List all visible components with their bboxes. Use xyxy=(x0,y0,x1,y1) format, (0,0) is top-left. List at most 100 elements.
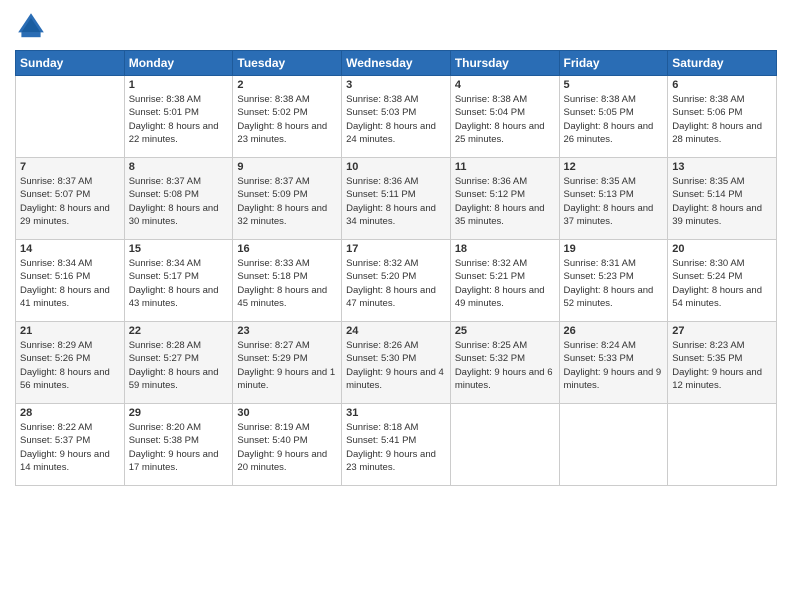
day-cell: 31 Sunrise: 8:18 AMSunset: 5:41 PMDayligh… xyxy=(342,404,451,486)
day-info: Sunrise: 8:22 AMSunset: 5:37 PMDaylight:… xyxy=(20,421,120,474)
day-number: 14 xyxy=(20,243,120,255)
calendar-table: SundayMondayTuesdayWednesdayThursdayFrid… xyxy=(15,50,777,486)
day-number: 1 xyxy=(129,79,229,91)
day-number: 25 xyxy=(455,325,555,337)
day-info: Sunrise: 8:32 AMSunset: 5:21 PMDaylight:… xyxy=(455,257,555,310)
day-cell: 5 Sunrise: 8:38 AMSunset: 5:05 PMDaylight… xyxy=(559,76,668,158)
header xyxy=(15,10,777,42)
day-info: Sunrise: 8:27 AMSunset: 5:29 PMDaylight:… xyxy=(237,339,337,392)
day-info: Sunrise: 8:37 AMSunset: 5:07 PMDaylight:… xyxy=(20,175,120,228)
day-cell: 9 Sunrise: 8:37 AMSunset: 5:09 PMDaylight… xyxy=(233,158,342,240)
day-number: 13 xyxy=(672,161,772,173)
day-number: 17 xyxy=(346,243,446,255)
day-cell: 19 Sunrise: 8:31 AMSunset: 5:23 PMDayligh… xyxy=(559,240,668,322)
day-cell xyxy=(559,404,668,486)
day-number: 27 xyxy=(672,325,772,337)
day-cell: 6 Sunrise: 8:38 AMSunset: 5:06 PMDaylight… xyxy=(668,76,777,158)
day-number: 30 xyxy=(237,407,337,419)
week-row-2: 7Sunrise: 8:37 AMSunset: 5:07 PMDaylight… xyxy=(16,158,777,240)
day-info: Sunrise: 8:38 AMSunset: 5:06 PMDaylight:… xyxy=(672,93,772,146)
day-cell: 8Sunrise: 8:37 AMSunset: 5:08 PMDaylight… xyxy=(124,158,233,240)
day-info: Sunrise: 8:38 AMSunset: 5:05 PMDaylight:… xyxy=(564,93,664,146)
day-info: Sunrise: 8:38 AMSunset: 5:04 PMDaylight:… xyxy=(455,93,555,146)
day-number: 23 xyxy=(237,325,337,337)
day-cell: 2 Sunrise: 8:38 AMSunset: 5:02 PMDaylight… xyxy=(233,76,342,158)
day-number: 24 xyxy=(346,325,446,337)
day-cell: 23 Sunrise: 8:27 AMSunset: 5:29 PMDayligh… xyxy=(233,322,342,404)
day-info: Sunrise: 8:37 AMSunset: 5:09 PMDaylight:… xyxy=(237,175,337,228)
day-cell: 17 Sunrise: 8:32 AMSunset: 5:20 PMDayligh… xyxy=(342,240,451,322)
day-info: Sunrise: 8:31 AMSunset: 5:23 PMDaylight:… xyxy=(564,257,664,310)
page: SundayMondayTuesdayWednesdayThursdayFrid… xyxy=(0,0,792,612)
day-number: 31 xyxy=(346,407,446,419)
day-info: Sunrise: 8:25 AMSunset: 5:32 PMDaylight:… xyxy=(455,339,555,392)
day-info: Sunrise: 8:32 AMSunset: 5:20 PMDaylight:… xyxy=(346,257,446,310)
day-cell: 13 Sunrise: 8:35 AMSunset: 5:14 PMDayligh… xyxy=(668,158,777,240)
day-number: 21 xyxy=(20,325,120,337)
header-cell-sunday: Sunday xyxy=(16,51,125,76)
day-cell: 24Sunrise: 8:26 AMSunset: 5:30 PMDayligh… xyxy=(342,322,451,404)
day-number: 2 xyxy=(237,79,337,91)
day-number: 10 xyxy=(346,161,446,173)
logo-icon xyxy=(15,10,47,42)
day-number: 8 xyxy=(129,161,229,173)
day-cell: 18 Sunrise: 8:32 AMSunset: 5:21 PMDayligh… xyxy=(450,240,559,322)
day-number: 29 xyxy=(129,407,229,419)
header-cell-tuesday: Tuesday xyxy=(233,51,342,76)
day-info: Sunrise: 8:36 AMSunset: 5:11 PMDaylight:… xyxy=(346,175,446,228)
day-number: 19 xyxy=(564,243,664,255)
day-info: Sunrise: 8:18 AMSunset: 5:41 PMDaylight:… xyxy=(346,421,446,474)
day-number: 16 xyxy=(237,243,337,255)
day-info: Sunrise: 8:20 AMSunset: 5:38 PMDaylight:… xyxy=(129,421,229,474)
day-info: Sunrise: 8:38 AMSunset: 5:01 PMDaylight:… xyxy=(129,93,229,146)
day-info: Sunrise: 8:34 AMSunset: 5:16 PMDaylight:… xyxy=(20,257,120,310)
day-cell: 27Sunrise: 8:23 AMSunset: 5:35 PMDayligh… xyxy=(668,322,777,404)
calendar-header: SundayMondayTuesdayWednesdayThursdayFrid… xyxy=(16,51,777,76)
day-cell: 10 Sunrise: 8:36 AMSunset: 5:11 PMDayligh… xyxy=(342,158,451,240)
day-number: 26 xyxy=(564,325,664,337)
day-number: 5 xyxy=(564,79,664,91)
day-info: Sunrise: 8:24 AMSunset: 5:33 PMDaylight:… xyxy=(564,339,664,392)
day-info: Sunrise: 8:35 AMSunset: 5:14 PMDaylight:… xyxy=(672,175,772,228)
day-number: 18 xyxy=(455,243,555,255)
day-number: 15 xyxy=(129,243,229,255)
header-cell-friday: Friday xyxy=(559,51,668,76)
day-cell: 30 Sunrise: 8:19 AMSunset: 5:40 PMDayligh… xyxy=(233,404,342,486)
day-number: 9 xyxy=(237,161,337,173)
day-number: 4 xyxy=(455,79,555,91)
day-number: 3 xyxy=(346,79,446,91)
day-info: Sunrise: 8:35 AMSunset: 5:13 PMDaylight:… xyxy=(564,175,664,228)
day-info: Sunrise: 8:38 AMSunset: 5:03 PMDaylight:… xyxy=(346,93,446,146)
day-cell: 29 Sunrise: 8:20 AMSunset: 5:38 PMDayligh… xyxy=(124,404,233,486)
week-row-3: 14 Sunrise: 8:34 AMSunset: 5:16 PMDayligh… xyxy=(16,240,777,322)
day-cell: 1 Sunrise: 8:38 AMSunset: 5:01 PMDaylight… xyxy=(124,76,233,158)
day-cell xyxy=(16,76,125,158)
header-cell-monday: Monday xyxy=(124,51,233,76)
day-info: Sunrise: 8:19 AMSunset: 5:40 PMDaylight:… xyxy=(237,421,337,474)
day-cell: 4 Sunrise: 8:38 AMSunset: 5:04 PMDaylight… xyxy=(450,76,559,158)
week-row-5: 28Sunrise: 8:22 AMSunset: 5:37 PMDayligh… xyxy=(16,404,777,486)
day-cell: 12Sunrise: 8:35 AMSunset: 5:13 PMDayligh… xyxy=(559,158,668,240)
day-info: Sunrise: 8:30 AMSunset: 5:24 PMDaylight:… xyxy=(672,257,772,310)
calendar-body: 1 Sunrise: 8:38 AMSunset: 5:01 PMDaylight… xyxy=(16,76,777,486)
day-cell: 11 Sunrise: 8:36 AMSunset: 5:12 PMDayligh… xyxy=(450,158,559,240)
day-info: Sunrise: 8:33 AMSunset: 5:18 PMDaylight:… xyxy=(237,257,337,310)
header-cell-thursday: Thursday xyxy=(450,51,559,76)
day-number: 6 xyxy=(672,79,772,91)
day-info: Sunrise: 8:38 AMSunset: 5:02 PMDaylight:… xyxy=(237,93,337,146)
day-info: Sunrise: 8:34 AMSunset: 5:17 PMDaylight:… xyxy=(129,257,229,310)
day-cell: 14 Sunrise: 8:34 AMSunset: 5:16 PMDayligh… xyxy=(16,240,125,322)
day-cell xyxy=(450,404,559,486)
day-cell: 15 Sunrise: 8:34 AMSunset: 5:17 PMDayligh… xyxy=(124,240,233,322)
day-number: 11 xyxy=(455,161,555,173)
header-row: SundayMondayTuesdayWednesdayThursdayFrid… xyxy=(16,51,777,76)
logo xyxy=(15,10,51,42)
day-number: 22 xyxy=(129,325,229,337)
week-row-4: 21Sunrise: 8:29 AMSunset: 5:26 PMDayligh… xyxy=(16,322,777,404)
day-number: 20 xyxy=(672,243,772,255)
day-info: Sunrise: 8:36 AMSunset: 5:12 PMDaylight:… xyxy=(455,175,555,228)
day-cell: 20 Sunrise: 8:30 AMSunset: 5:24 PMDayligh… xyxy=(668,240,777,322)
day-cell xyxy=(668,404,777,486)
day-cell: 7Sunrise: 8:37 AMSunset: 5:07 PMDaylight… xyxy=(16,158,125,240)
header-cell-wednesday: Wednesday xyxy=(342,51,451,76)
